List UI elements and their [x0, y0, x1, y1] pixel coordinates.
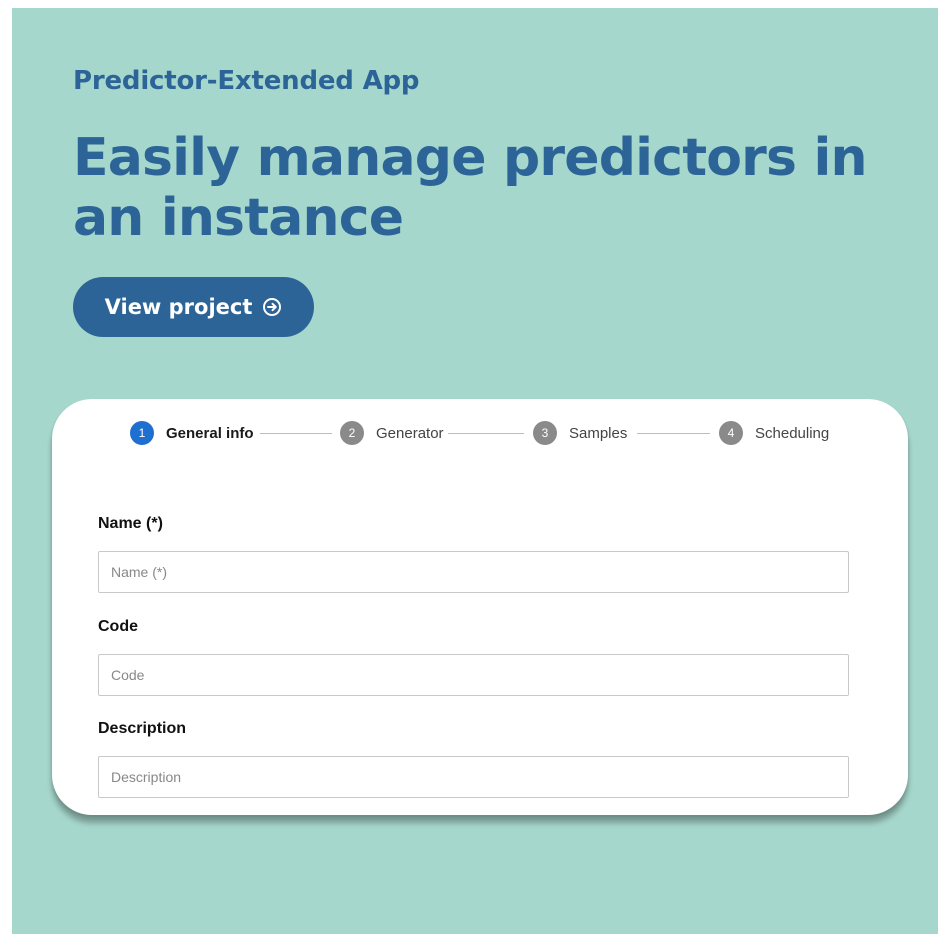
arrow-right-circle-icon — [262, 297, 282, 317]
page-background: Predictor-Extended App Easily manage pre… — [12, 8, 938, 934]
view-project-label: View project — [104, 295, 253, 319]
app-kicker: Predictor-Extended App — [73, 66, 420, 96]
step-generator[interactable]: 2 Generator — [340, 421, 444, 445]
step-scheduling[interactable]: 4 Scheduling — [719, 421, 829, 445]
step-number-badge: 4 — [719, 421, 743, 445]
step-label: Scheduling — [755, 424, 830, 442]
view-project-button[interactable]: View project — [73, 277, 314, 337]
step-connector — [260, 433, 332, 434]
name-field[interactable] — [98, 551, 849, 593]
description-field[interactable] — [98, 756, 849, 798]
step-label: Generator — [376, 424, 444, 442]
step-connector — [637, 433, 710, 434]
step-label: General info — [166, 424, 254, 442]
step-number-badge: 2 — [340, 421, 364, 445]
step-connector — [448, 433, 524, 434]
step-samples[interactable]: 3 Samples — [533, 421, 627, 445]
step-general-info[interactable]: 1 General info — [130, 421, 254, 445]
page-headline: Easily manage predictors in an instance — [73, 128, 868, 248]
code-field[interactable] — [98, 654, 849, 696]
name-field-label: Name (*) — [98, 515, 163, 532]
step-number-badge: 3 — [533, 421, 557, 445]
description-field-label: Description — [98, 720, 187, 737]
code-field-label: Code — [98, 618, 138, 635]
step-label: Samples — [569, 424, 628, 442]
step-number-badge: 1 — [130, 421, 154, 445]
predictor-form-card: 1 General info 2 Generator 3 Samples 4 S… — [52, 399, 908, 815]
